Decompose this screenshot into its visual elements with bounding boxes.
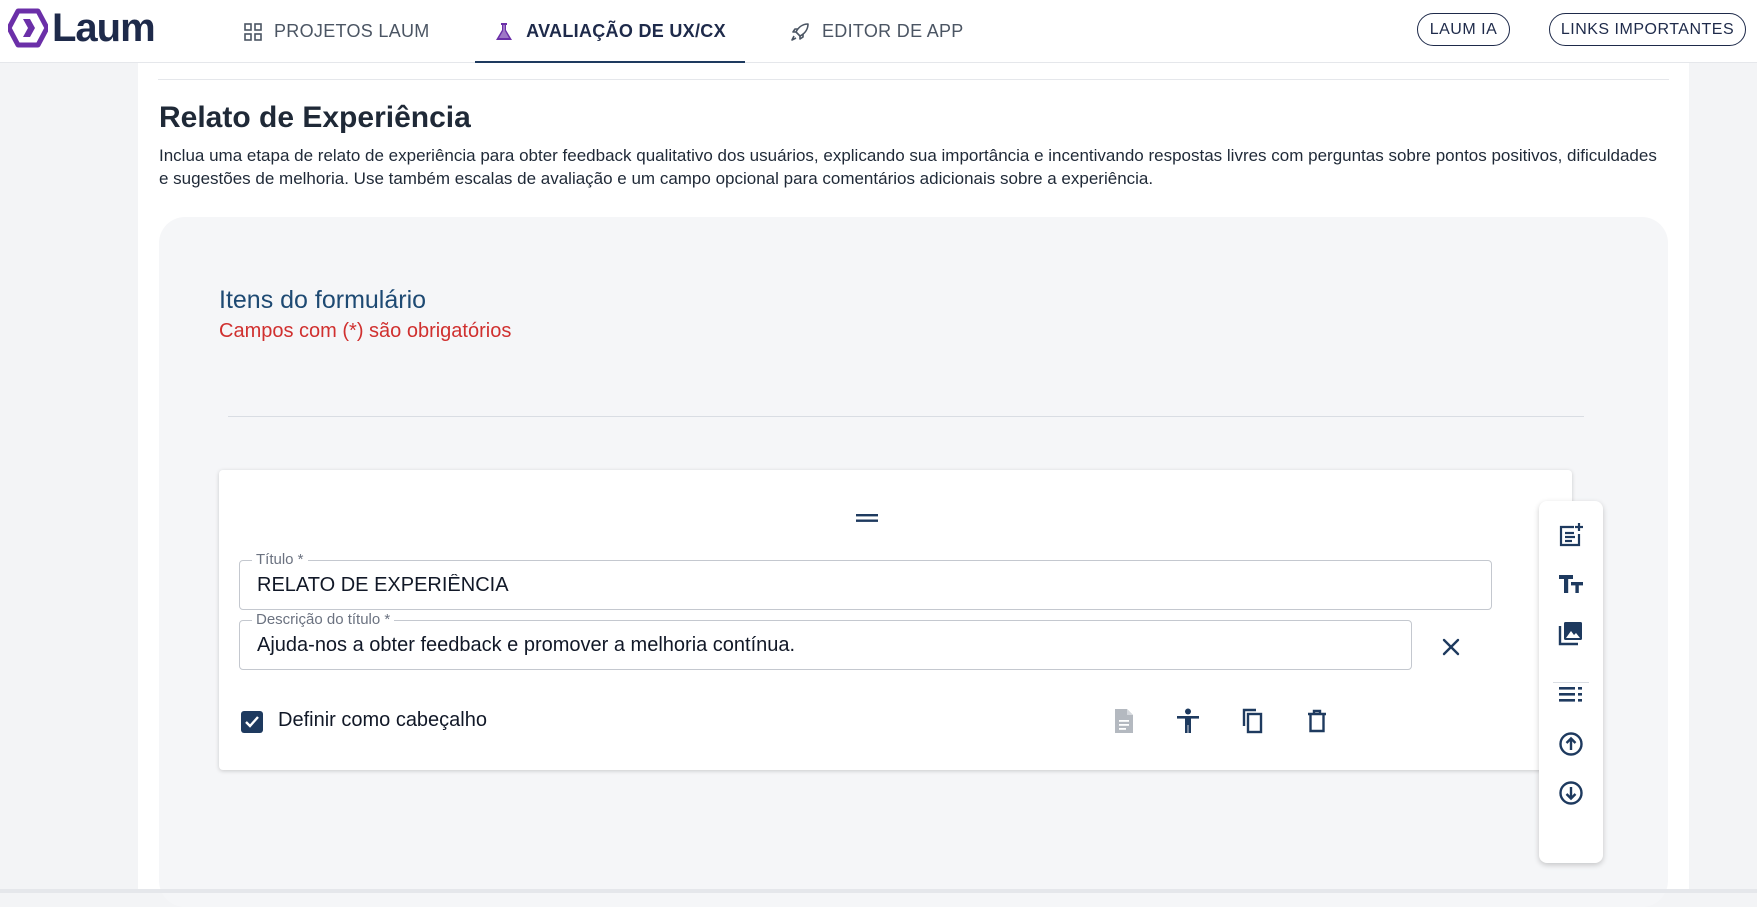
accessibility-icon[interactable]: [1171, 704, 1205, 738]
top-navigation-bar: Laum PROJETOS LAUM AVALIAÇÃO DE UX/CX ED…: [0, 0, 1757, 63]
close-icon[interactable]: [1436, 632, 1466, 662]
tab-label: EDITOR DE APP: [822, 21, 964, 41]
form-title: Itens do formulário: [219, 286, 427, 314]
text-title-icon[interactable]: [1555, 568, 1587, 600]
add-question-icon[interactable]: [1555, 519, 1587, 551]
tab-editor-de-app[interactable]: EDITOR DE APP: [790, 0, 980, 63]
delete-icon[interactable]: [1300, 704, 1334, 738]
description-input[interactable]: [240, 621, 1411, 669]
links-importantes-button[interactable]: LINKS IMPORTANTES: [1549, 13, 1746, 46]
horizontal-scrollbar[interactable]: [0, 889, 1757, 893]
tab-label: PROJETOS LAUM: [274, 21, 430, 41]
divider: [158, 79, 1669, 80]
divider: [228, 416, 1584, 417]
description-field: Descrição do título *: [239, 611, 1412, 670]
page-title: Relato de Experiência: [159, 101, 471, 134]
header-checkbox[interactable]: [241, 711, 263, 733]
logo-text: Laum: [52, 6, 156, 50]
laum-ia-button[interactable]: LAUM IA: [1417, 13, 1510, 46]
form-item-card: Título * Descrição do título * Definir c…: [219, 470, 1572, 770]
title-input[interactable]: [240, 561, 1491, 609]
title-field: Título *: [239, 551, 1492, 610]
laum-logo-icon: [8, 8, 48, 48]
copy-icon[interactable]: [1235, 704, 1269, 738]
form-panel: Itens do formulário Campos com (*) são o…: [159, 217, 1668, 907]
form-item-toolbar: [1539, 501, 1603, 863]
main-content: Relato de Experiência Inclua uma etapa d…: [138, 63, 1689, 907]
required-fields-note: Campos com (*) são obrigatórios: [219, 320, 512, 342]
rocket-icon: [790, 22, 810, 42]
grid-icon: [244, 22, 262, 41]
header-checkbox-label: Definir como cabeçalho: [278, 709, 487, 731]
image-icon[interactable]: [1555, 617, 1587, 649]
flask-icon: [494, 22, 514, 42]
laum-logo[interactable]: Laum: [8, 6, 156, 50]
check-icon: [245, 716, 259, 728]
tab-label: AVALIAÇÃO DE UX/CX: [526, 21, 726, 41]
tab-avaliacao-ux-cx[interactable]: AVALIAÇÃO DE UX/CX: [475, 0, 745, 63]
move-down-icon[interactable]: [1555, 777, 1587, 809]
section-icon[interactable]: [1555, 679, 1587, 711]
drag-handle-icon[interactable]: [856, 512, 878, 524]
page-description: Inclua uma etapa de relato de experiênci…: [159, 146, 1657, 188]
document-icon[interactable]: [1107, 704, 1141, 738]
move-up-icon[interactable]: [1555, 728, 1587, 760]
tab-projetos-laum[interactable]: PROJETOS LAUM: [244, 0, 434, 63]
